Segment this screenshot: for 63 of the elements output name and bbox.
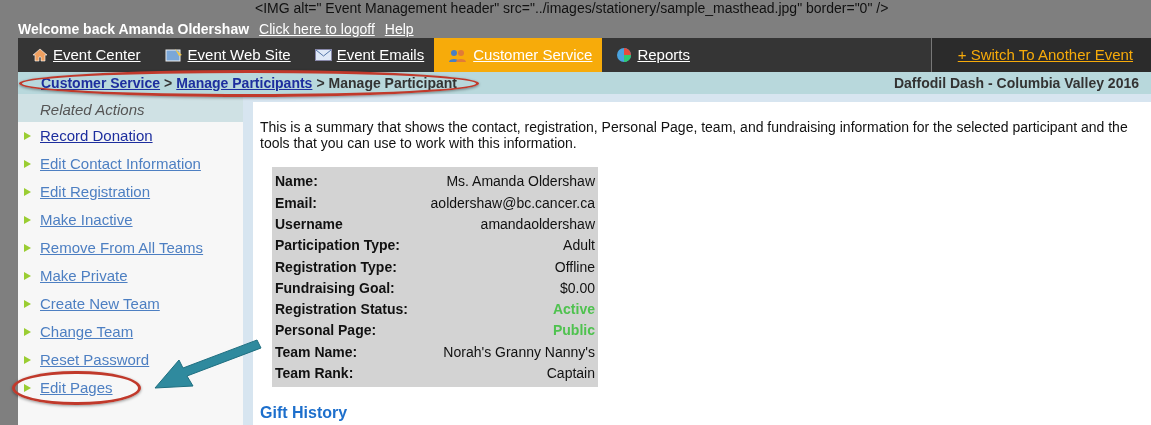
bullet-icon xyxy=(24,160,31,168)
event-name: Daffodil Dash - Columbia Valley 2016 xyxy=(893,73,1139,93)
envelope-icon xyxy=(314,49,332,61)
sidebar-link[interactable]: Make Inactive xyxy=(40,208,133,232)
field-value: Ms. Amanda Oldershaw xyxy=(446,172,595,192)
field-value: Adult xyxy=(563,236,595,256)
pie-chart-icon xyxy=(616,47,633,63)
bullet-icon xyxy=(24,328,31,336)
field-value: Active xyxy=(552,300,595,320)
bullet-icon xyxy=(24,272,31,280)
sidebar-link[interactable]: Record Donation xyxy=(40,124,153,148)
bullet-icon xyxy=(24,244,31,252)
field-value: amandaoldershaw xyxy=(480,214,595,234)
sidebar-link[interactable]: Edit Pages xyxy=(40,376,113,400)
field-value: Norah's Granny Nanny's xyxy=(443,342,595,362)
people-icon xyxy=(448,47,469,63)
sidebar-link[interactable]: Edit Registration xyxy=(40,180,151,204)
field-label: Team Rank: xyxy=(275,364,354,383)
field-label: Email: xyxy=(275,193,317,213)
field-label: Fundraising Goal: xyxy=(275,278,395,298)
nav-tab[interactable]: Reports xyxy=(602,38,700,72)
house-icon xyxy=(32,48,48,62)
sidebar-link[interactable]: Make Private xyxy=(40,264,128,288)
switch-event-link[interactable]: + Switch To Another Event xyxy=(930,38,1151,72)
field-label: Team Name: xyxy=(275,342,358,362)
field-label: Personal Page: xyxy=(275,321,377,341)
header-markup-text: <IMG alt=" Event Management header" src="../images/stationery/sample_masthead.jpg" border="0" /> xyxy=(255,0,889,18)
field-label: Name: xyxy=(275,172,318,192)
welcome-text: Welcome back Amanda Oldershaw xyxy=(18,20,250,38)
bullet-icon xyxy=(24,216,31,224)
section-heading: Gift History xyxy=(260,403,349,424)
nav-tab[interactable]: Event Web Site xyxy=(150,38,301,72)
breadcrumb-separator: > xyxy=(164,73,173,93)
sidebar-heading: Related Actions xyxy=(18,94,243,122)
header-link[interactable]: Click here to logoff xyxy=(259,19,375,38)
bullet-icon xyxy=(24,132,31,140)
bullet-icon xyxy=(24,188,31,196)
field-label: Registration Type: xyxy=(275,257,397,277)
field-label: Username xyxy=(275,214,343,234)
intro-text: This is a summary that shows the contact, registration, Personal Page, team, and fundraising information for the selected participant and the tools that you can use to work with this information. xyxy=(260,119,1129,152)
breadcrumb-link[interactable]: Customer Service xyxy=(41,72,161,94)
sidebar-link[interactable]: Create New Team xyxy=(40,292,160,316)
header-link[interactable]: Help xyxy=(384,19,414,38)
field-value: Public xyxy=(553,321,595,341)
sidebar-link[interactable]: Edit Contact Information xyxy=(40,152,201,176)
field-label: Registration Status: xyxy=(275,300,408,320)
field-value: $0.00 xyxy=(559,278,595,298)
sidebar-link[interactable]: Reset Password xyxy=(40,348,150,372)
field-value: Captain xyxy=(546,364,595,383)
nav-tab[interactable]: Event Emails xyxy=(300,38,435,72)
breadcrumb-separator: > xyxy=(316,73,325,93)
bullet-icon xyxy=(24,300,31,308)
breadcrumb-link[interactable]: Manage Participants xyxy=(176,72,313,94)
field-label: Participation Type: xyxy=(275,236,400,256)
bullet-icon xyxy=(24,356,31,364)
bullet-icon xyxy=(24,384,31,392)
sidebar-link[interactable]: Change Team xyxy=(40,320,134,344)
sidebar-link[interactable]: Remove From All Teams xyxy=(40,236,204,260)
field-value: Offline xyxy=(554,257,595,277)
field-value: aoldershaw@bc.cancer.ca xyxy=(430,193,595,213)
breadcrumb-current: Manage Participant xyxy=(328,73,457,93)
web-page-icon xyxy=(164,48,183,62)
nav-tab[interactable]: Event Center xyxy=(18,38,151,72)
